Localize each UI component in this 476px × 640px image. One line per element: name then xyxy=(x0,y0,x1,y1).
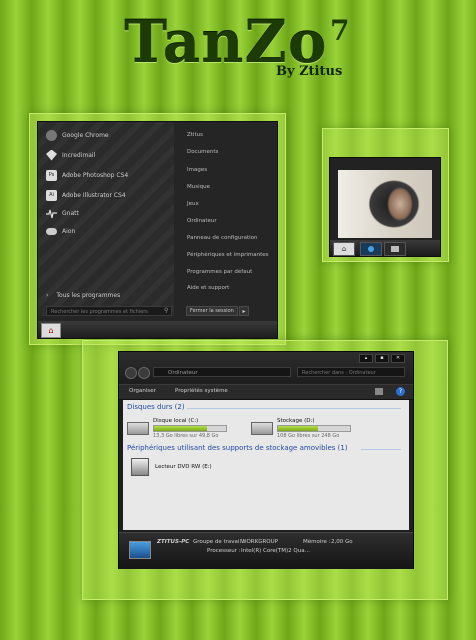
link-ordinateur[interactable]: Ordinateur xyxy=(187,218,217,224)
preview-taskbar: ⌂ xyxy=(330,240,440,256)
window-button[interactable] xyxy=(384,242,406,256)
workgroup-value: WORKGROUP xyxy=(241,539,278,545)
link-ztitus[interactable]: Ztitus xyxy=(187,132,203,138)
cpu-value: Intel(R) Core(TM)2 Qua... xyxy=(241,548,310,554)
link-documents[interactable]: Documents xyxy=(187,149,218,155)
start-item-illustrator[interactable]: Ai Adobe Illustrator CS4 xyxy=(46,186,126,204)
drive-free-space: 13,3 Go libres sur 49,8 Go xyxy=(153,433,219,439)
details-pane: ZTITUS-PC Groupe de travail : WORKGROUP … xyxy=(119,532,413,569)
computer-icon xyxy=(129,541,151,559)
drive-name: Stockage (D:) xyxy=(277,418,315,424)
system-properties-button[interactable]: Propriétés système xyxy=(175,388,228,394)
drive-name: Disque local (C:) xyxy=(153,418,199,424)
photoshop-icon: Ps xyxy=(46,169,57,181)
cpu-label: Processeur : xyxy=(207,548,241,554)
window-icon xyxy=(391,246,399,252)
byline: By Ztitus xyxy=(276,64,343,79)
media-player-button[interactable] xyxy=(360,242,382,256)
home-icon: ⌂ xyxy=(48,326,54,335)
help-icon[interactable]: ? xyxy=(396,387,405,396)
chrome-icon xyxy=(46,129,57,141)
link-musique[interactable]: Musique xyxy=(187,184,210,190)
hard-drive-icon xyxy=(251,422,273,435)
back-button[interactable] xyxy=(125,367,137,379)
shutdown-button[interactable]: Fermer la session xyxy=(186,306,238,316)
start-item-label: Adobe Illustrator CS4 xyxy=(62,191,126,199)
start-menu-left-pane: Google Chrome Incredimail Ps Adobe Photo… xyxy=(38,122,174,316)
maximize-button[interactable]: ▪ xyxy=(375,354,389,363)
shutdown-options-button[interactable]: ▸ xyxy=(239,306,249,316)
start-item-label: Aion xyxy=(62,227,76,235)
drive-usage-bar xyxy=(153,425,227,432)
minimize-button[interactable]: ▴ xyxy=(359,354,373,363)
hard-drive-icon xyxy=(127,422,149,435)
start-item-incredimail[interactable]: Incredimail xyxy=(46,146,95,164)
start-item-photoshop[interactable]: Ps Adobe Photoshop CS4 xyxy=(46,166,128,184)
start-item-aion[interactable]: Aion xyxy=(46,222,75,240)
link-jeux[interactable]: Jeux xyxy=(187,201,199,207)
drive-usage-fill xyxy=(278,426,319,431)
search-icon: ⚲ xyxy=(164,307,169,314)
start-menu: Google Chrome Incredimail Ps Adobe Photo… xyxy=(37,121,278,339)
all-programs-button[interactable]: › Tous les programmes xyxy=(46,286,120,304)
drive-free-space: 108 Go libres sur 248 Go xyxy=(277,433,340,439)
home-icon: ⌂ xyxy=(341,245,347,253)
link-default-programs[interactable]: Programmes par défaut xyxy=(187,269,252,275)
workgroup-label: Groupe de travail : xyxy=(193,539,245,545)
all-programs-label: Tous les programmes xyxy=(56,291,121,299)
explorer-content: Disques durs (2) Disque local (C:) 13,3 … xyxy=(123,400,409,530)
close-button[interactable]: ✕ xyxy=(391,354,405,363)
link-help-support[interactable]: Aide et support xyxy=(187,285,229,291)
drive-name: Lecteur DVD RW (E:) xyxy=(155,464,212,470)
group-hard-disks[interactable]: Disques durs (2) xyxy=(127,403,185,411)
explorer-toolbar: Organiser Propriétés système ? xyxy=(119,384,413,400)
title-superscript: 7 xyxy=(330,14,350,47)
dvd-drive-icon xyxy=(131,458,149,476)
pulse-icon xyxy=(46,208,57,219)
start-item-label: Google Chrome xyxy=(62,131,109,139)
drive-usage-bar xyxy=(277,425,351,432)
address-text: Ordinateur xyxy=(168,370,198,376)
group-divider xyxy=(187,408,401,409)
gamepad-icon xyxy=(46,227,57,235)
desktop-preview: ⌂ xyxy=(329,157,441,257)
group-removable[interactable]: Périphériques utilisant des supports de … xyxy=(127,444,348,452)
link-devices-printers[interactable]: Périphériques et imprimantes xyxy=(187,252,269,258)
group-divider xyxy=(361,449,401,450)
chevron-right-icon: › xyxy=(46,291,49,299)
start-item-gnatt[interactable]: Gnatt xyxy=(46,204,79,222)
link-images[interactable]: Images xyxy=(187,167,207,173)
start-orb-button[interactable]: ⌂ xyxy=(41,323,61,338)
window-controls: ▴ ▪ ✕ xyxy=(359,354,405,363)
explorer-titlebar: ▴ ▪ ✕ Ordinateur Rechercher dans : Ordin… xyxy=(119,352,413,382)
pc-name: ZTITUS-PC xyxy=(157,539,190,545)
taskbar: ⌂ xyxy=(38,321,277,338)
start-orb-button[interactable]: ⌂ xyxy=(333,242,355,256)
drive-usage-fill xyxy=(154,426,207,431)
memory-value: 2,00 Go xyxy=(331,539,353,545)
media-player-icon xyxy=(368,246,374,252)
drive-e[interactable]: Lecteur DVD RW (E:) xyxy=(131,458,212,476)
organize-button[interactable]: Organiser xyxy=(129,388,156,394)
start-item-chrome[interactable]: Google Chrome xyxy=(46,126,109,144)
explorer-window: ▴ ▪ ✕ Ordinateur Rechercher dans : Ordin… xyxy=(118,351,414,569)
drive-c[interactable]: Disque local (C:) 13,3 Go libres sur 49,… xyxy=(127,418,227,439)
link-control-panel[interactable]: Panneau de configuration xyxy=(187,235,258,241)
start-search-input[interactable]: Rechercher les programmes et fichiers xyxy=(46,306,172,316)
mail-icon xyxy=(46,149,57,161)
wallpaper-image xyxy=(338,170,432,238)
start-item-label: Gnatt xyxy=(62,209,79,217)
explorer-search-input[interactable]: Rechercher dans : Ordinateur xyxy=(297,367,405,377)
memory-label: Mémoire : xyxy=(303,539,331,545)
drive-d[interactable]: Stockage (D:) 108 Go libres sur 248 Go xyxy=(251,418,351,439)
view-options-icon[interactable] xyxy=(375,388,383,395)
address-bar[interactable]: Ordinateur xyxy=(153,367,291,377)
forward-button[interactable] xyxy=(138,367,150,379)
illustrator-icon: Ai xyxy=(46,189,57,201)
start-item-label: Adobe Photoshop CS4 xyxy=(62,171,129,179)
start-item-label: Incredimail xyxy=(62,151,96,159)
